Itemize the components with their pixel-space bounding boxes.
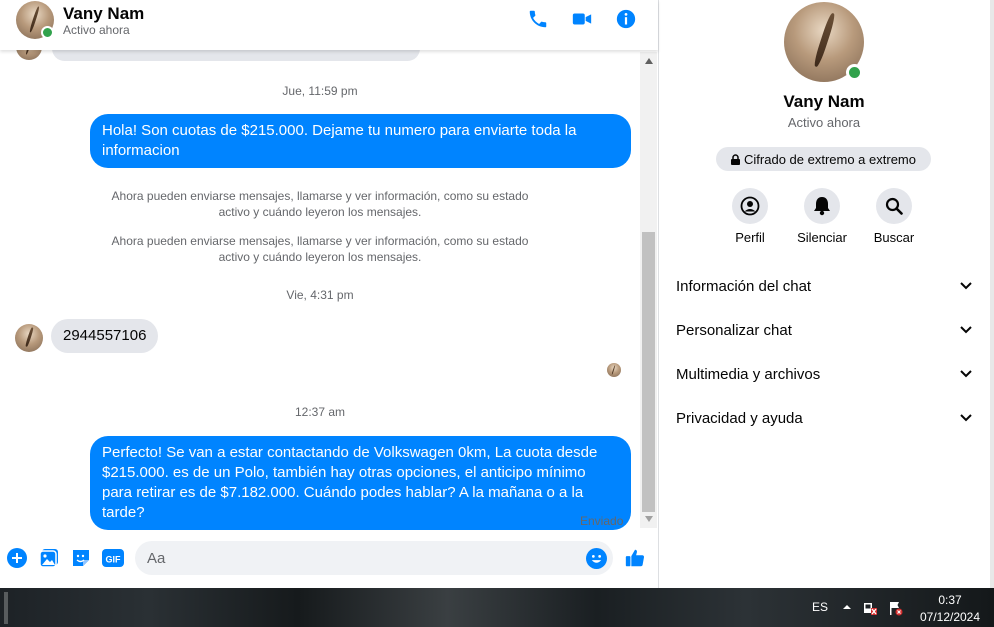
- mute-action-circle: [804, 188, 840, 224]
- outgoing-message-bubble[interactable]: Hola! Son cuotas de $215.000. Dejame tu …: [90, 114, 631, 168]
- chevron-down-icon: [960, 370, 972, 378]
- video-call-button[interactable]: [570, 7, 594, 31]
- messenger-window: Jue, 11:59 pm Hola! Son cuotas de $215.0…: [0, 0, 994, 627]
- thumbs-up-icon: [625, 549, 645, 567]
- sticker-button[interactable]: [70, 547, 92, 569]
- search-action-circle: [876, 188, 912, 224]
- contact-status: Activo ahora: [63, 23, 130, 37]
- section-label: Información del chat: [676, 277, 812, 295]
- contact-name[interactable]: Vany Nam: [63, 4, 144, 24]
- emoji-icon: [585, 547, 607, 569]
- message-list[interactable]: Jue, 11:59 pm Hola! Son cuotas de $215.0…: [0, 0, 640, 530]
- show-hidden-icons-chevron-icon[interactable]: [842, 602, 852, 612]
- section-chat-info[interactable]: Información del chat: [659, 266, 989, 306]
- search-action-label: Buscar: [873, 230, 915, 245]
- windows-taskbar: ES 0:37 07/12/2024: [0, 588, 994, 627]
- attach-photo-button[interactable]: [38, 547, 60, 569]
- seen-indicator-avatar: [607, 363, 621, 377]
- contact-avatar-small: [15, 324, 43, 352]
- scroll-up-arrow-icon[interactable]: [640, 54, 657, 68]
- outgoing-message-bubble[interactable]: Perfecto! Se van a estar contactando de …: [90, 436, 631, 530]
- section-label: Multimedia y archivos: [676, 365, 821, 383]
- gif-button[interactable]: GIF: [102, 547, 124, 569]
- phone-icon: [529, 10, 547, 28]
- bell-icon: [814, 197, 830, 216]
- online-status-dot: [846, 64, 863, 81]
- section-media-files[interactable]: Multimedia y archivos: [659, 354, 989, 394]
- system-notice: Ahora pueden enviarse mensajes, llamarse…: [111, 189, 529, 219]
- search-icon: [885, 197, 903, 215]
- conversation-info-panel: Vany Nam Activo ahora Cifrado de extremo…: [659, 0, 994, 588]
- profile-action-circle: [732, 188, 768, 224]
- clock-date[interactable]: 07/12/2024: [914, 610, 986, 624]
- mute-action[interactable]: Silenciar: [787, 188, 857, 245]
- photo-icon: [39, 549, 58, 568]
- message-timestamp: 12:37 am: [294, 405, 346, 419]
- start-area[interactable]: [4, 592, 8, 624]
- network-icon[interactable]: [862, 600, 878, 616]
- panel-contact-status: Activo ahora: [787, 115, 861, 130]
- clock-time[interactable]: 0:37: [920, 593, 980, 607]
- section-privacy-help[interactable]: Privacidad y ayuda: [659, 398, 989, 438]
- profile-action[interactable]: Perfil: [715, 188, 785, 245]
- gif-icon: GIF: [102, 549, 124, 567]
- info-icon: [616, 9, 636, 29]
- more-actions-button[interactable]: [6, 547, 28, 569]
- sent-status: Enviado: [580, 514, 624, 528]
- video-camera-icon: [572, 13, 592, 25]
- message-composer: GIF: [0, 530, 658, 588]
- incoming-message-bubble[interactable]: 2944557106: [51, 319, 159, 353]
- search-action[interactable]: Buscar: [859, 188, 929, 245]
- encryption-label: Cifrado de extremo a extremo: [744, 151, 916, 167]
- scrollbar-thumb[interactable]: [642, 232, 655, 512]
- conversation-info-button[interactable]: [614, 7, 638, 31]
- input-language-indicator[interactable]: ES: [812, 600, 828, 614]
- mute-action-label: Silenciar: [797, 230, 847, 245]
- message-timestamp: Vie, 4:31 pm: [286, 288, 354, 302]
- section-label: Personalizar chat: [676, 321, 792, 339]
- message-scrollbar[interactable]: [640, 52, 657, 528]
- section-label: Privacidad y ayuda: [676, 409, 803, 427]
- chevron-down-icon: [960, 282, 972, 290]
- gif-label: GIF: [106, 555, 122, 565]
- chevron-down-icon: [960, 326, 972, 334]
- message-input[interactable]: [135, 541, 613, 575]
- section-customize-chat[interactable]: Personalizar chat: [659, 310, 989, 350]
- audio-call-button[interactable]: [526, 7, 550, 31]
- chat-header: Vany Nam Activo ahora: [0, 0, 658, 50]
- profile-action-label: Perfil: [735, 230, 765, 245]
- message-timestamp: Jue, 11:59 pm: [282, 84, 358, 98]
- like-button[interactable]: [624, 547, 646, 569]
- plus-circle-icon: [7, 548, 27, 568]
- window-edge: [990, 0, 994, 588]
- profile-icon: [740, 196, 760, 216]
- online-status-dot: [41, 26, 54, 39]
- panel-contact-name: Vany Nam: [783, 92, 865, 111]
- chevron-down-icon: [960, 414, 972, 422]
- action-center-flag-icon[interactable]: [887, 600, 903, 616]
- emoji-button[interactable]: [585, 547, 607, 569]
- encryption-badge[interactable]: Cifrado de extremo a extremo: [716, 147, 931, 171]
- sticker-icon: [73, 550, 89, 566]
- lock-icon: [731, 153, 741, 165]
- system-notice: Ahora pueden enviarse mensajes, llamarse…: [111, 234, 529, 264]
- scroll-down-arrow-icon[interactable]: [640, 512, 657, 526]
